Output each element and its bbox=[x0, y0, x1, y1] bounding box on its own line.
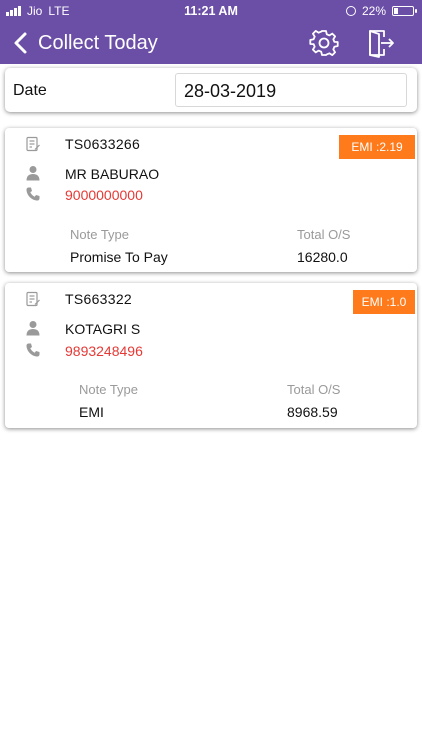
customer-card[interactable]: TS663322 EMI :1.0 KOTAGRI S 9893248496 N… bbox=[5, 283, 417, 428]
total-os-value: 16280.0 bbox=[297, 249, 348, 265]
app-bar: Collect Today bbox=[0, 22, 422, 64]
note-type-label: Note Type bbox=[70, 227, 130, 242]
person-icon bbox=[26, 166, 40, 181]
phone-number[interactable]: 9893248496 bbox=[65, 343, 143, 359]
note-icon bbox=[26, 291, 40, 307]
back-arrow-icon[interactable] bbox=[10, 30, 34, 56]
total-os-label: Total O/S bbox=[287, 382, 341, 397]
customer-card[interactable]: TS0633266 EMI :2.19 MR BABURAO 900000000… bbox=[5, 128, 417, 272]
account-number: TS0633266 bbox=[65, 136, 141, 152]
phone-number[interactable]: 9000000000 bbox=[65, 187, 143, 203]
note-type-label: Note Type bbox=[79, 382, 139, 397]
orientation-lock-icon bbox=[345, 6, 356, 16]
customer-name: MR BABURAO bbox=[65, 166, 160, 182]
customer-name: KOTAGRI S bbox=[65, 321, 141, 337]
phone-icon bbox=[26, 343, 40, 357]
battery-percent: 22% bbox=[361, 4, 386, 18]
phone-icon bbox=[26, 187, 40, 201]
note-type-value: EMI bbox=[79, 404, 104, 420]
date-field[interactable]: 28-03-2019 bbox=[175, 73, 407, 107]
date-filter-card: Date 28-03-2019 bbox=[5, 68, 417, 112]
account-number: TS663322 bbox=[65, 291, 133, 307]
person-icon bbox=[26, 321, 40, 336]
note-icon bbox=[26, 136, 40, 152]
emi-badge: EMI :2.19 bbox=[339, 135, 415, 159]
status-bar: Jio LTE 11:21 AM 22% bbox=[0, 0, 422, 22]
logout-icon[interactable] bbox=[366, 28, 396, 58]
total-os-label: Total O/S bbox=[297, 227, 351, 242]
page-title: Collect Today bbox=[38, 32, 158, 54]
date-label: Date bbox=[13, 82, 47, 99]
note-type-value: Promise To Pay bbox=[70, 249, 168, 265]
emi-badge: EMI :1.0 bbox=[353, 290, 415, 314]
total-os-value: 8968.59 bbox=[287, 404, 338, 420]
gear-icon[interactable] bbox=[309, 28, 339, 58]
battery-icon bbox=[392, 6, 417, 16]
